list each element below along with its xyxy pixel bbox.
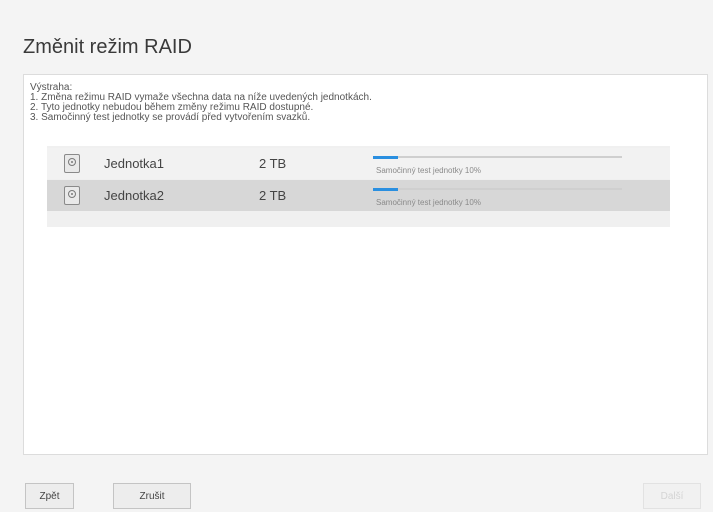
drive-name: Jednotka2 bbox=[104, 188, 164, 203]
self-test-progress-fill bbox=[373, 188, 398, 191]
next-button[interactable]: Další bbox=[643, 483, 701, 509]
cancel-button[interactable]: Zrušit bbox=[113, 483, 191, 509]
drive-row-jednotka1[interactable]: Jednotka1 2 TB Samočinný test jednotky 1… bbox=[47, 148, 670, 179]
back-button[interactable]: Zpět bbox=[25, 483, 74, 509]
content-panel: Výstraha: 1. Změna režimu RAID vymaže vš… bbox=[23, 74, 708, 455]
dialog-title: Změnit režim RAID bbox=[23, 36, 192, 58]
drive-name: Jednotka1 bbox=[104, 156, 164, 171]
self-test-progress-bar bbox=[373, 156, 622, 159]
hard-drive-icon bbox=[64, 186, 80, 205]
warning-text: Výstraha: 1. Změna režimu RAID vymaže vš… bbox=[30, 83, 372, 123]
drive-size: 2 TB bbox=[259, 156, 287, 171]
drive-row-jednotka2[interactable]: Jednotka2 2 TB Samočinný test jednotky 1… bbox=[47, 180, 670, 211]
self-test-status: Samočinný test jednotky 10% bbox=[376, 198, 481, 207]
change-raid-mode-dialog: Změnit režim RAID Výstraha: 1. Změna rež… bbox=[0, 0, 713, 512]
self-test-status: Samočinný test jednotky 10% bbox=[376, 166, 481, 175]
hard-drive-icon bbox=[64, 154, 80, 173]
self-test-progress-bar bbox=[373, 188, 622, 191]
warning-line-3: 3. Samočinný test jednotky se provádí př… bbox=[30, 112, 311, 123]
drive-list: Jednotka1 2 TB Samočinný test jednotky 1… bbox=[47, 146, 670, 227]
drive-size: 2 TB bbox=[259, 188, 287, 203]
self-test-progress-fill bbox=[373, 156, 398, 159]
